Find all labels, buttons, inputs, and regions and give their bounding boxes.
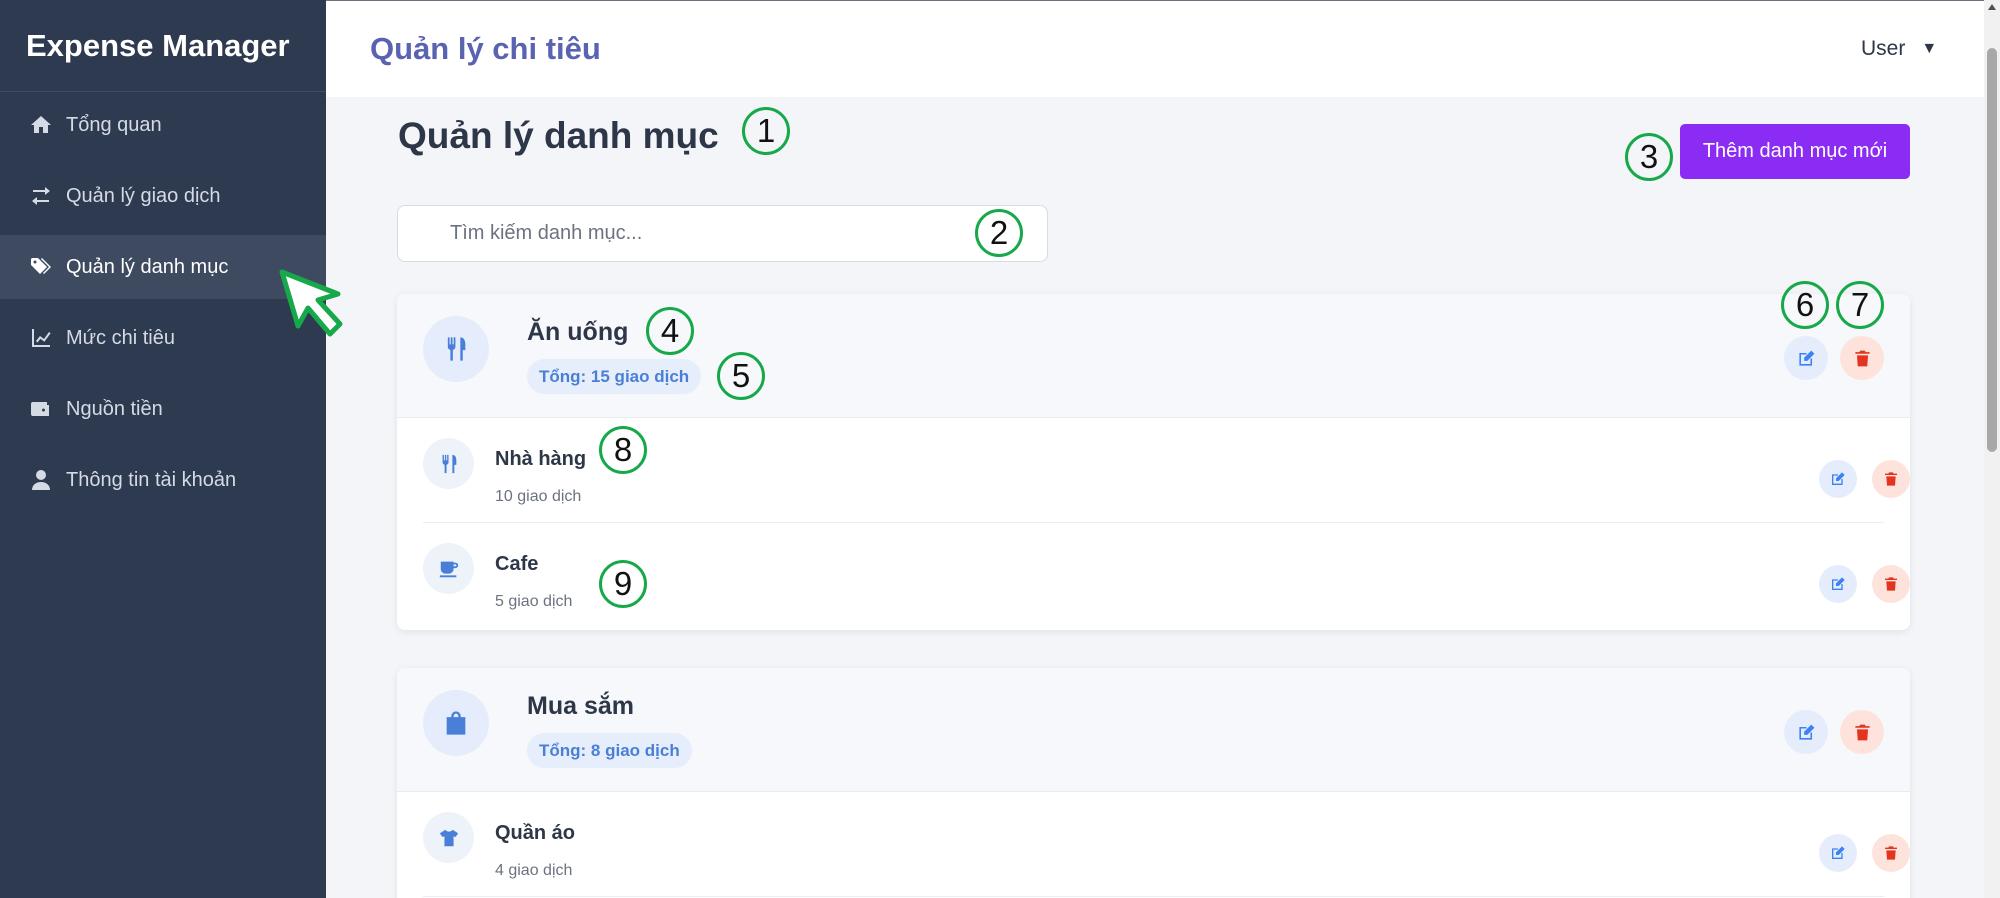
trash-icon xyxy=(1885,577,1897,591)
edit-button[interactable] xyxy=(1784,710,1828,754)
category-header: Ăn uống Tổng: 15 giao dịch xyxy=(397,294,1910,418)
annotation-marker: 9 xyxy=(599,560,647,608)
annotation-marker: 5 xyxy=(717,352,765,400)
trash-icon xyxy=(1885,472,1897,486)
delete-button[interactable] xyxy=(1872,565,1910,603)
sidebar-item-label: Quản lý danh mục xyxy=(66,255,229,278)
add-category-button[interactable]: Thêm danh mục mới xyxy=(1680,124,1910,179)
trash-icon xyxy=(1854,724,1870,740)
edit-icon xyxy=(1832,472,1845,485)
top-bar: Quản lý chi tiêu User ▼ xyxy=(326,0,1984,97)
subcategory-count: 4 giao dịch xyxy=(495,862,573,879)
sidebar-item-account[interactable]: Thông tin tài khoản xyxy=(0,448,326,512)
subcategory-row: Quần áo 4 giao dịch xyxy=(423,792,1910,897)
sidebar: Expense Manager Tổng quan Quản lý giao d… xyxy=(0,0,326,898)
edit-button[interactable] xyxy=(1819,460,1857,498)
subcategory-count: 5 giao dịch xyxy=(495,593,573,610)
sidebar-item-label: Quản lý giao dịch xyxy=(66,184,221,207)
trash-icon xyxy=(1885,846,1897,860)
edit-icon xyxy=(1832,577,1845,590)
category-name: Mua sắm xyxy=(527,692,634,720)
utensils-icon xyxy=(423,438,474,489)
coffee-icon xyxy=(423,543,474,594)
chart-line-icon xyxy=(28,325,54,351)
utensils-icon xyxy=(423,316,489,382)
category-header: Mua sắm Tổng: 8 giao dịch xyxy=(397,668,1910,792)
sidebar-item-overview[interactable]: Tổng quan xyxy=(0,93,326,157)
trash-icon xyxy=(1854,350,1870,366)
annotation-marker: 7 xyxy=(1836,281,1884,329)
subcategory-name: Quần áo xyxy=(495,822,576,844)
subcategory-row: Nhà hàng 10 giao dịch xyxy=(423,418,1910,523)
search-input[interactable] xyxy=(397,205,1048,262)
edit-button[interactable] xyxy=(1819,565,1857,603)
scroll-up-arrow-icon[interactable] xyxy=(1988,4,1996,10)
sidebar-item-transactions[interactable]: Quản lý giao dịch xyxy=(0,164,326,228)
annotation-marker: 4 xyxy=(646,307,694,355)
shopping-bag-icon xyxy=(423,690,489,756)
edit-icon xyxy=(1832,846,1845,859)
delete-button[interactable] xyxy=(1840,710,1884,754)
tags-icon xyxy=(28,254,54,280)
delete-button[interactable] xyxy=(1872,460,1910,498)
sidebar-item-money-sources[interactable]: Nguồn tiền xyxy=(0,377,326,441)
page-title: Quản lý danh mục xyxy=(398,115,719,156)
edit-icon xyxy=(1798,724,1814,740)
annotation-marker: 8 xyxy=(599,426,647,474)
page-scrollbar[interactable] xyxy=(1984,0,2000,898)
annotation-marker: 1 xyxy=(742,107,790,155)
sidebar-item-label: Mức chi tiêu xyxy=(66,326,175,349)
category-name: Ăn uống xyxy=(527,318,629,346)
user-menu[interactable]: User ▼ xyxy=(1861,37,1937,61)
delete-button[interactable] xyxy=(1840,336,1884,380)
chevron-down-icon: ▼ xyxy=(1921,40,1938,57)
annotation-marker: 6 xyxy=(1781,281,1829,329)
subcategory-name: Nhà hàng xyxy=(495,448,587,470)
subcategory-name: Cafe xyxy=(495,553,539,575)
subcategory-count: 10 giao dịch xyxy=(495,488,582,505)
category-total-badge: Tổng: 8 giao dịch xyxy=(527,733,692,768)
edit-button[interactable] xyxy=(1819,834,1857,872)
user-icon xyxy=(28,467,54,493)
edit-icon xyxy=(1798,350,1814,366)
category-card: Mua sắm Tổng: 8 giao dịch Quần áo 4 giao… xyxy=(397,668,1910,898)
user-label: User xyxy=(1861,37,1906,60)
edit-button[interactable] xyxy=(1784,336,1828,380)
annotation-marker: 3 xyxy=(1625,133,1673,181)
wallet-icon xyxy=(28,396,54,422)
sidebar-item-label: Nguồn tiền xyxy=(66,397,163,420)
app-title: Quản lý chi tiêu xyxy=(370,31,601,66)
annotation-marker: 2 xyxy=(975,209,1023,257)
sidebar-item-label: Tổng quan xyxy=(66,113,162,136)
tshirt-icon xyxy=(423,812,474,863)
category-total-badge: Tổng: 15 giao dịch xyxy=(527,359,702,394)
exchange-icon xyxy=(28,183,54,209)
home-icon xyxy=(28,112,54,138)
scrollbar-thumb[interactable] xyxy=(1987,48,1997,452)
app-brand: Expense Manager xyxy=(0,0,326,92)
delete-button[interactable] xyxy=(1872,834,1910,872)
sidebar-item-label: Thông tin tài khoản xyxy=(66,468,237,491)
pointer-cursor-icon xyxy=(279,269,343,337)
